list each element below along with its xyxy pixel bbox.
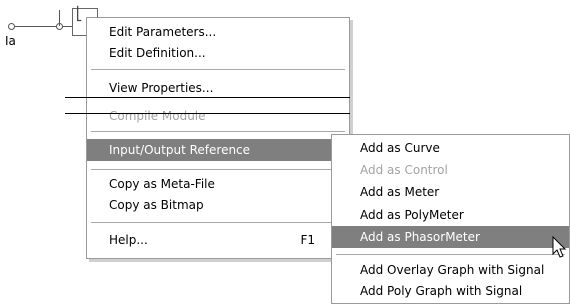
menu-item-copy-meta-file[interactable]: Copy as Meta-File [109,173,349,195]
block-icon: ⎣ [76,7,83,22]
submenu: Add as Curve Add as Control Add as Meter… [331,134,570,304]
menu-item-compile-module: Compile Module [109,109,206,123]
signal-label: Ia [5,34,16,48]
mouse-cursor-icon [552,236,567,258]
menu-separator [91,222,345,223]
menu-item-copy-bitmap[interactable]: Copy as Bitmap [109,194,349,216]
menu-item-input-output-reference[interactable]: Input/Output Reference [87,139,349,161]
menu-separator [91,169,345,170]
submenu-item-add-as-meter[interactable]: Add as Meter [360,181,565,203]
node-terminal [8,23,15,30]
wire-vertical [59,10,60,26]
menu-item-edit-definition[interactable]: Edit Definition... [109,42,349,64]
submenu-item-add-poly-graph[interactable]: Add Poly Graph with Signal [360,280,565,302]
annotation-line-bottom [65,113,350,114]
submenu-item-add-as-polymeter[interactable]: Add as PolyMeter [360,204,565,226]
menu-item-edit-parameters[interactable]: Edit Parameters... [109,21,349,43]
annotation-line-top [65,97,350,98]
menu-item-view-properties[interactable]: View Properties... [109,77,349,99]
submenu-item-add-as-control: Add as Control [360,163,448,177]
menu-item-help[interactable]: Help... F1 [109,229,349,251]
menu-separator [91,69,345,70]
wire-horizontal [12,26,72,27]
shortcut-label: F1 [300,233,315,247]
menu-separator [91,131,345,132]
submenu-item-add-as-curve[interactable]: Add as Curve [360,137,565,159]
submenu-item-add-as-phasormeter[interactable]: Add as PhasorMeter [332,226,569,248]
menu-separator [336,254,565,255]
submenu-item-add-overlay-graph[interactable]: Add Overlay Graph with Signal [360,259,565,281]
context-menu: Edit Parameters... Edit Definition... Vi… [86,17,350,259]
